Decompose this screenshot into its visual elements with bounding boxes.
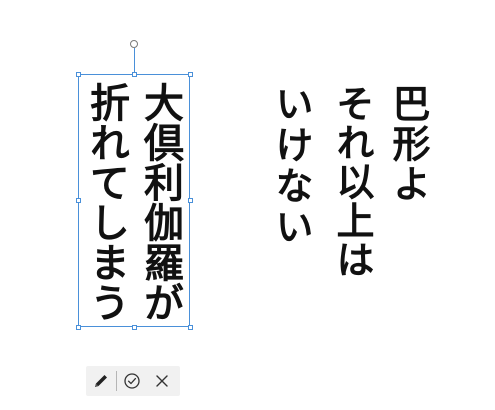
resize-handle-bottom-left[interactable] (76, 325, 81, 330)
check-circle-icon (124, 373, 140, 389)
confirm-button[interactable] (117, 366, 147, 396)
resize-handle-top[interactable] (132, 72, 137, 77)
rotate-handle[interactable] (130, 40, 138, 48)
resize-handle-top-left[interactable] (76, 72, 81, 77)
resize-handle-left[interactable] (76, 198, 81, 203)
text-line: それ以上は (330, 84, 374, 279)
text-line: 巴形よ (386, 84, 430, 204)
resize-handle-bottom[interactable] (132, 325, 137, 330)
selection-frame (78, 74, 190, 327)
rotate-connector (134, 48, 135, 74)
text-edit-toolbar (86, 366, 180, 396)
text-line: いけない (269, 84, 313, 248)
resize-handle-bottom-right[interactable] (188, 325, 193, 330)
resize-handle-right[interactable] (188, 198, 193, 203)
resize-handle-top-right[interactable] (188, 72, 193, 77)
canvas[interactable]: 巴形よ それ以上は いけない 大倶利伽羅が 折れてしまう (0, 0, 495, 410)
pencil-icon (95, 375, 107, 387)
cancel-button[interactable] (147, 366, 177, 396)
close-icon (156, 375, 168, 387)
edit-button[interactable] (86, 366, 116, 396)
